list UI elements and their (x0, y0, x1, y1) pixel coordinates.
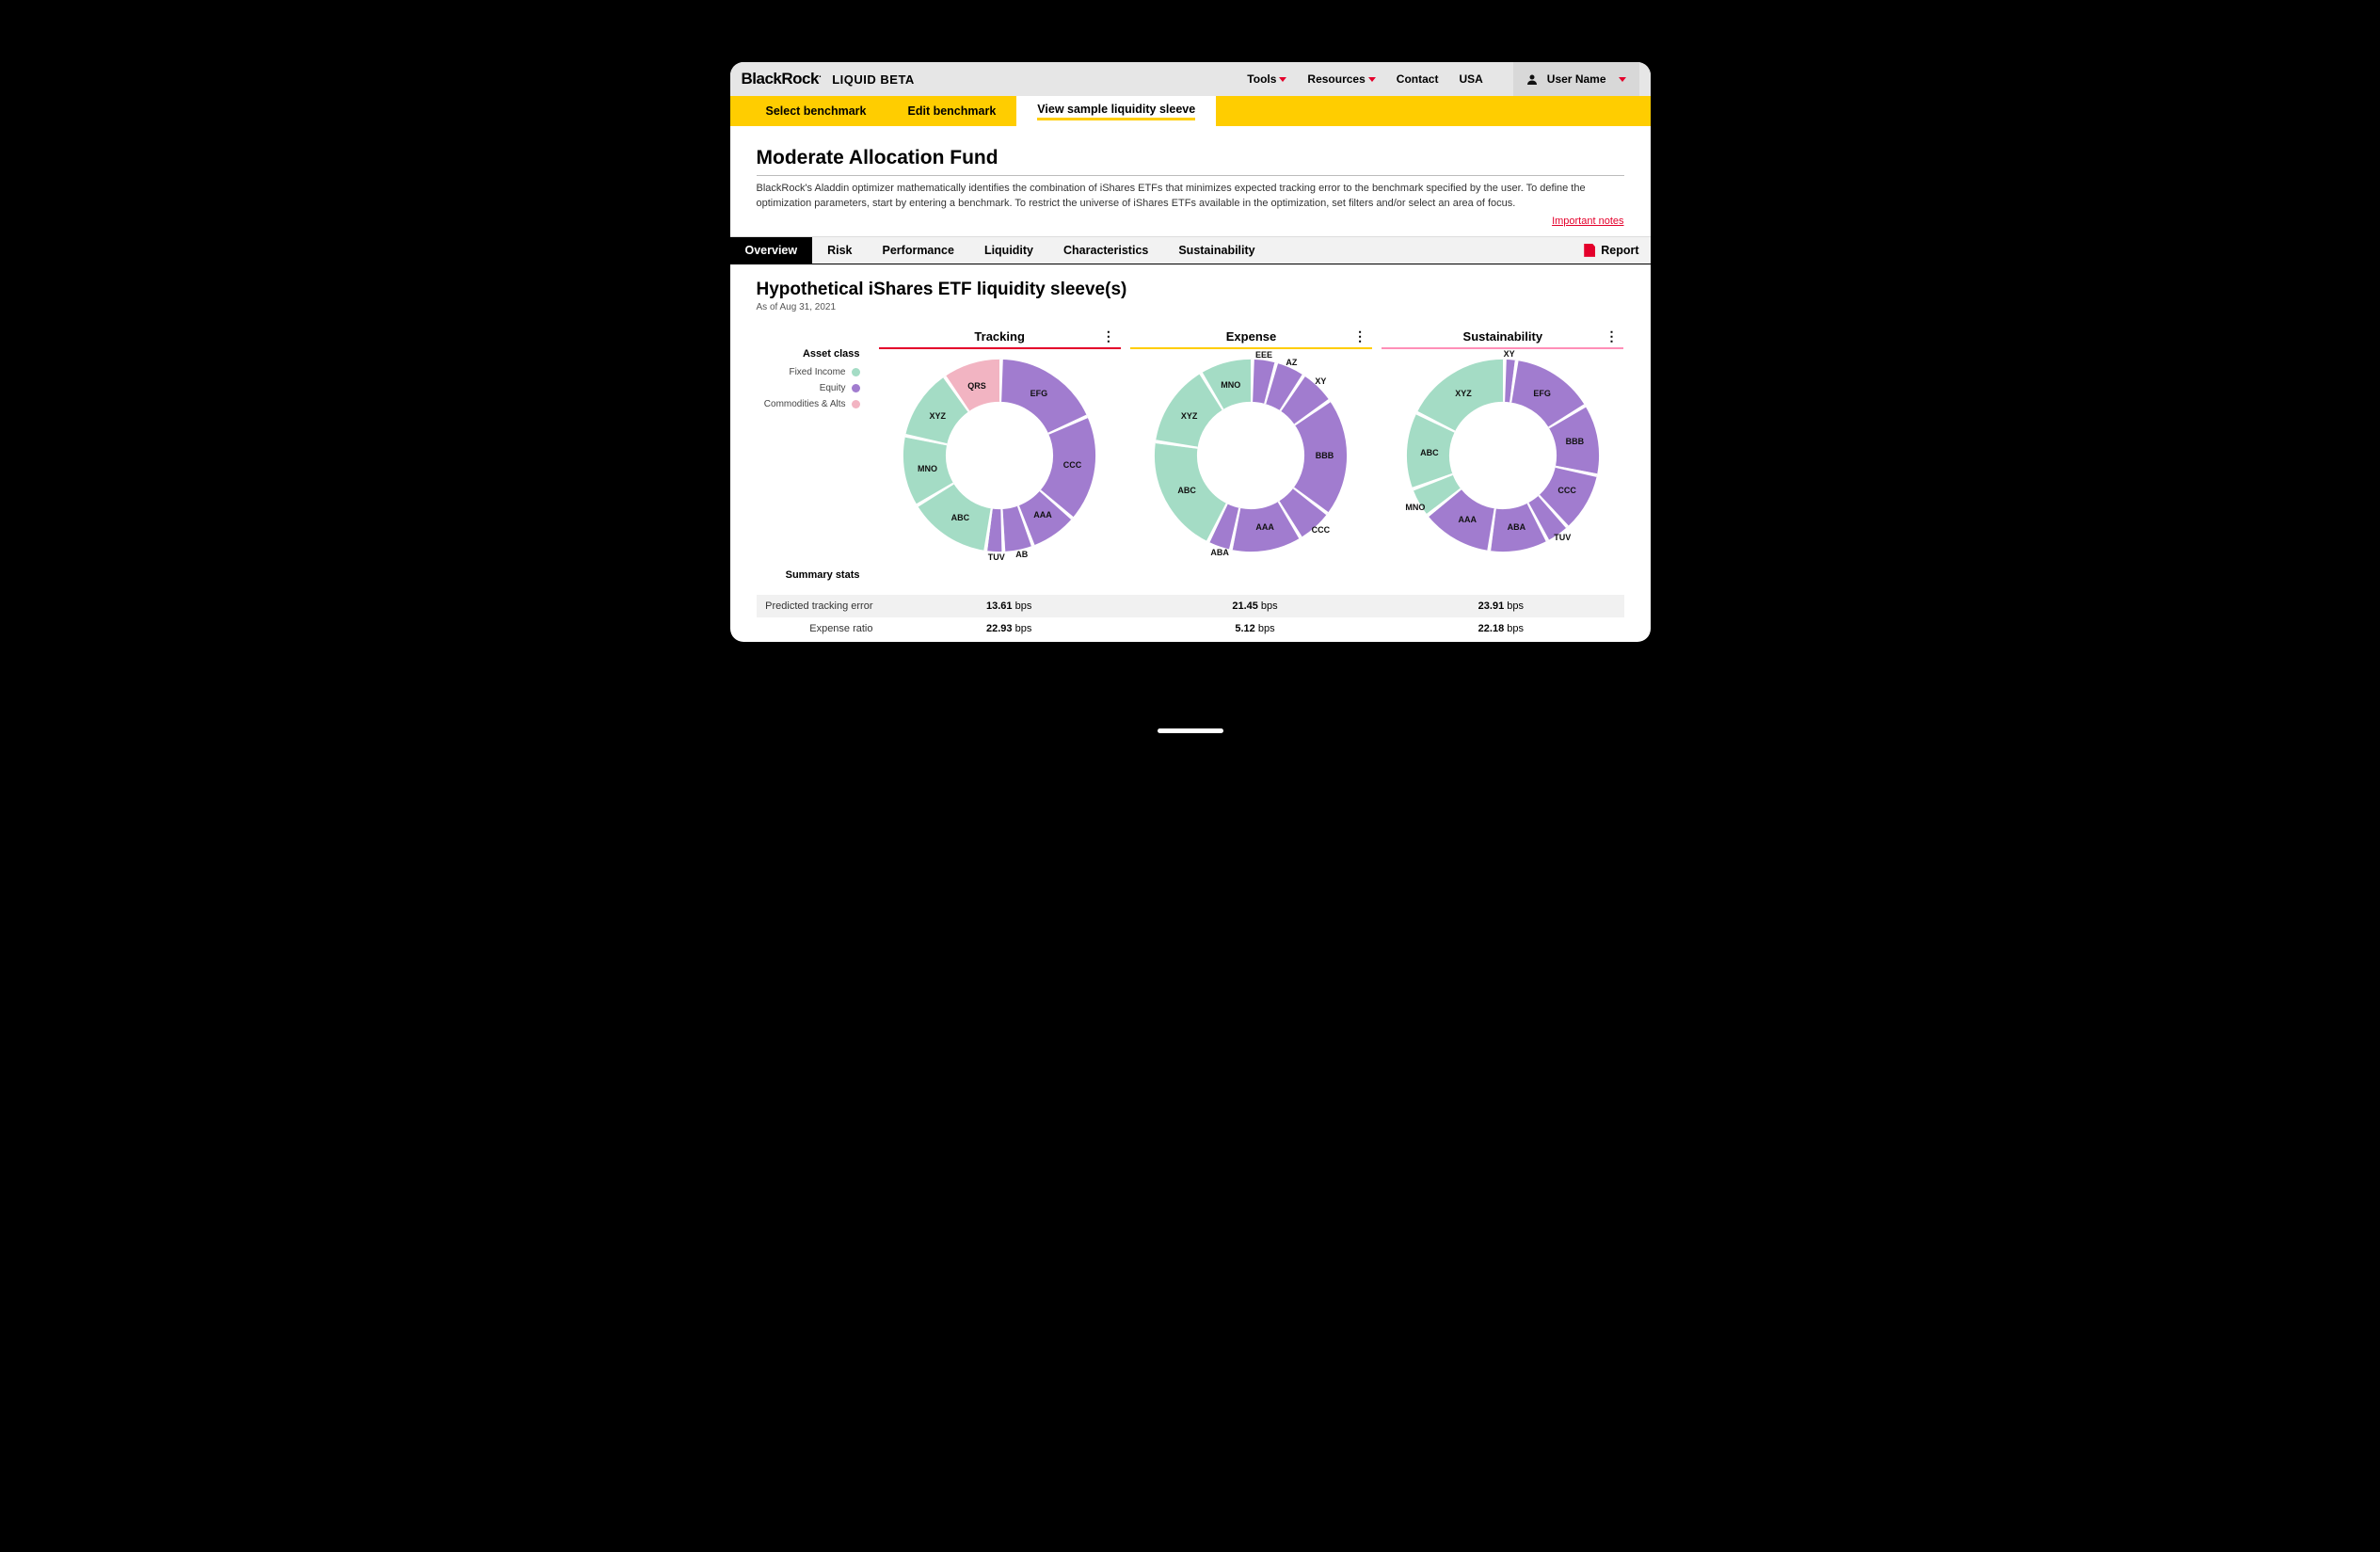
tab-sustainability[interactable]: Sustainability (1163, 237, 1270, 264)
slice-label: TUV (1554, 533, 1571, 542)
kebab-icon[interactable]: ⋮ (1353, 329, 1366, 343)
stat-label-er: Expense ratio (757, 623, 887, 634)
legend-commodities: Commodities & Alts (757, 399, 860, 409)
panel-tracking-title: Tracking (974, 329, 1024, 344)
tab-characteristics[interactable]: Characteristics (1048, 237, 1163, 264)
slice-label: CCC (1312, 525, 1331, 535)
slice-label: EFG (1030, 389, 1048, 398)
panel-expense-title: Expense (1226, 329, 1276, 344)
kebab-icon[interactable]: ⋮ (1605, 329, 1618, 343)
slice-label: BBB (1566, 437, 1585, 446)
chevron-down-icon (1619, 77, 1626, 82)
chevron-down-icon (1279, 77, 1286, 82)
pdf-icon (1584, 244, 1595, 257)
brand-logo: BlackRock. (742, 70, 822, 88)
top-nav: Tools Resources Contact USA User Name (1247, 62, 1638, 96)
wf-select-benchmark[interactable]: Select benchmark (745, 96, 887, 126)
fund-title: Moderate Allocation Fund (757, 147, 1624, 176)
tab-liquidity[interactable]: Liquidity (969, 237, 1048, 264)
slice-label: AB (1015, 550, 1028, 559)
slice-label: CCC (1557, 486, 1576, 495)
legend-heading: Asset class (757, 348, 860, 360)
wf-edit-benchmark[interactable]: Edit benchmark (887, 96, 1017, 126)
nav-resources[interactable]: Resources (1307, 72, 1375, 86)
nav-contact[interactable]: Contact (1397, 72, 1439, 86)
top-bar: BlackRock. LIQUID BETA Tools Resources C… (730, 62, 1651, 96)
legend-equity: Equity (757, 383, 860, 393)
slice-label: XYZ (1181, 411, 1198, 421)
row-er: Expense ratio 22.93 bps 5.12 bps 22.18 b… (757, 617, 1624, 640)
slice-label: EFG (1533, 389, 1551, 398)
slice-label: ABA (1508, 522, 1526, 532)
stat-sustain-pte: 23.91 bps (1378, 600, 1623, 612)
nav-country[interactable]: USA (1459, 72, 1482, 86)
stat-sustain-er: 22.18 bps (1378, 623, 1623, 634)
stat-tracking-er: 22.93 bps (887, 623, 1132, 634)
kebab-icon[interactable]: ⋮ (1102, 329, 1115, 343)
legend-column: Asset class Fixed Income Equity Commodit… (757, 329, 860, 581)
slice-label: AZ (1286, 358, 1297, 367)
panel-sustain-title: Sustainability (1463, 329, 1543, 344)
wf-view-sample[interactable]: View sample liquidity sleeve (1016, 96, 1216, 126)
section-tabs: Overview Risk Performance Liquidity Char… (730, 236, 1651, 264)
panels-row: Tracking⋮ EFGCCCAAAABTUVABCMNOXYZQRS Exp… (879, 329, 1624, 554)
summary-stats-heading: Summary stats (757, 569, 860, 581)
slice-label: MNO (1405, 503, 1425, 512)
stat-expense-er: 5.12 bps (1132, 623, 1378, 634)
slice-label: MNO (1221, 380, 1240, 390)
device-home-indicator (1158, 728, 1223, 733)
sleeve-title: Hypothetical iShares ETF liquidity sleev… (757, 280, 1624, 300)
slice-label: ABA (1210, 548, 1229, 557)
as-of-date: As of Aug 31, 2021 (757, 302, 1624, 312)
slice-label: XYZ (930, 411, 947, 421)
slice-label: AAA (1033, 510, 1052, 520)
product-name: LIQUID BETA (832, 72, 915, 87)
row-pte: Predicted tracking error 13.61 bps 21.45… (757, 595, 1624, 617)
slice-label: XY (1315, 376, 1326, 386)
fund-description: BlackRock's Aladdin optimizer mathematic… (757, 182, 1613, 212)
nav-tools[interactable]: Tools (1247, 72, 1286, 86)
slice-label: XY (1504, 349, 1515, 359)
slice-label: AAA (1255, 522, 1274, 532)
chevron-down-icon (1368, 77, 1376, 82)
user-menu[interactable]: User Name (1513, 62, 1639, 96)
slice-label: MNO (918, 464, 937, 473)
workflow-bar: Select benchmark Edit benchmark View sam… (730, 96, 1651, 126)
slice-label: ABC (1420, 448, 1439, 457)
donut-tracking[interactable]: EFGCCCAAAABTUVABCMNOXYZQRS (901, 357, 1098, 554)
slice-label: TUV (988, 552, 1005, 562)
slice-label: CCC (1063, 460, 1082, 470)
legend-fixed-income: Fixed Income (757, 367, 860, 377)
panel-tracking: Tracking⋮ EFGCCCAAAABTUVABCMNOXYZQRS (879, 329, 1121, 554)
slice-label: ABC (951, 513, 970, 522)
report-button[interactable]: Report (1584, 244, 1638, 257)
panel-sustain: Sustainability ⋮ XY EFG BBB CCC TUV ABA AAA MNO A… (1382, 329, 1623, 554)
donut-expense[interactable]: EEEAZXYBBBCCCAAAABAABCXYZMNO (1152, 357, 1350, 554)
slice-label: AAA (1458, 515, 1477, 524)
tab-performance[interactable]: Performance (868, 237, 969, 264)
important-notes-link[interactable]: Important notes (757, 216, 1624, 227)
donut-sustain[interactable]: XYEFGBBBCCCTUVABAAAAMNOABCXYZ (1404, 357, 1602, 554)
slice-label: BBB (1316, 451, 1334, 460)
user-icon (1526, 73, 1538, 85)
panel-expense: Expense ⋮ EEE AZ XY BBB CCC AAA ABA ABC XYZ MNO (1130, 329, 1372, 554)
tab-overview[interactable]: Overview (730, 237, 813, 264)
slice-label: ABC (1177, 486, 1196, 495)
stat-tracking-pte: 13.61 bps (887, 600, 1132, 612)
summary-stats-table: Predicted tracking error 13.61 bps 21.45… (757, 594, 1624, 640)
tab-risk[interactable]: Risk (812, 237, 867, 264)
app-window: BlackRock. LIQUID BETA Tools Resources C… (730, 62, 1651, 642)
stat-label-pte: Predicted tracking error (757, 600, 887, 612)
slice-label: XYZ (1455, 389, 1472, 398)
stat-expense-pte: 21.45 bps (1132, 600, 1378, 612)
slice-label: QRS (967, 381, 986, 391)
slice-label: EEE (1255, 350, 1272, 360)
